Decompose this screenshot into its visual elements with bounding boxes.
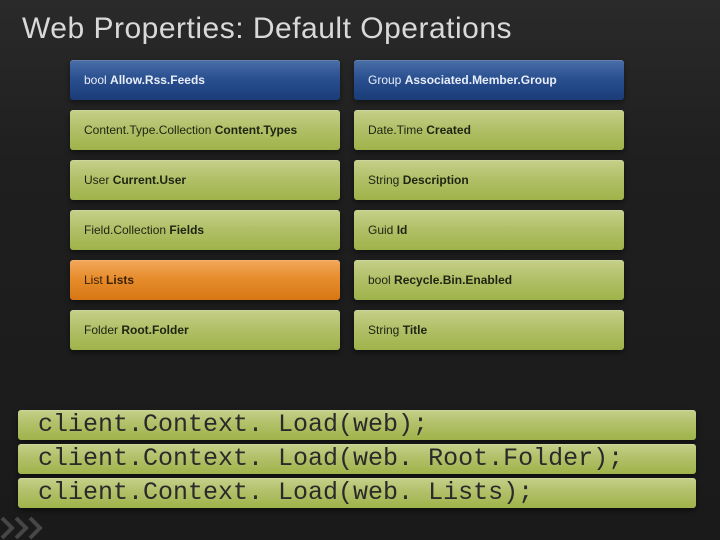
code-text: client.Context. Load(web. Lists); bbox=[18, 476, 696, 510]
prop-label: Field.Collection Fields bbox=[84, 223, 204, 237]
chevrons-icon bbox=[0, 516, 60, 540]
prop-label: Date.Time Created bbox=[368, 123, 471, 137]
prop-id: Guid Id bbox=[354, 210, 624, 250]
prop-label: bool Recycle.Bin.Enabled bbox=[368, 273, 512, 287]
prop-title: String Title bbox=[354, 310, 624, 350]
code-text: client.Context. Load(web); bbox=[18, 408, 696, 442]
code-line: client.Context. Load(web. Root.Folder); bbox=[18, 442, 696, 476]
code-line: client.Context. Load(web. Lists); bbox=[18, 476, 696, 510]
prop-description: String Description bbox=[354, 160, 624, 200]
code-line: client.Context. Load(web); bbox=[18, 408, 696, 442]
prop-root-folder: Folder Root.Folder bbox=[70, 310, 340, 350]
prop-label: Folder Root.Folder bbox=[84, 323, 189, 337]
prop-created: Date.Time Created bbox=[354, 110, 624, 150]
prop-label: List Lists bbox=[84, 273, 134, 287]
page-title: Web Properties: Default Operations bbox=[0, 0, 720, 60]
code-text: client.Context. Load(web. Root.Folder); bbox=[18, 442, 696, 476]
prop-lists: List Lists bbox=[70, 260, 340, 300]
prop-label: Guid Id bbox=[368, 223, 407, 237]
prop-current-user: User Current.User bbox=[70, 160, 340, 200]
properties-grid: bool Allow.Rss.Feeds Group Associated.Me… bbox=[0, 60, 720, 350]
prop-label: String Title bbox=[368, 323, 427, 337]
prop-label: Group Associated.Member.Group bbox=[368, 73, 557, 87]
prop-content-types: Content.Type.Collection Content.Types bbox=[70, 110, 340, 150]
prop-label: String Description bbox=[368, 173, 469, 187]
prop-associated-member-group: Group Associated.Member.Group bbox=[354, 60, 624, 100]
prop-label: User Current.User bbox=[84, 173, 186, 187]
code-block: client.Context. Load(web); client.Contex… bbox=[18, 408, 696, 510]
prop-fields: Field.Collection Fields bbox=[70, 210, 340, 250]
prop-label: bool Allow.Rss.Feeds bbox=[84, 73, 205, 87]
prop-allow-rss-feeds: bool Allow.Rss.Feeds bbox=[70, 60, 340, 100]
prop-label: Content.Type.Collection Content.Types bbox=[84, 123, 297, 137]
prop-recycle-bin-enabled: bool Recycle.Bin.Enabled bbox=[354, 260, 624, 300]
